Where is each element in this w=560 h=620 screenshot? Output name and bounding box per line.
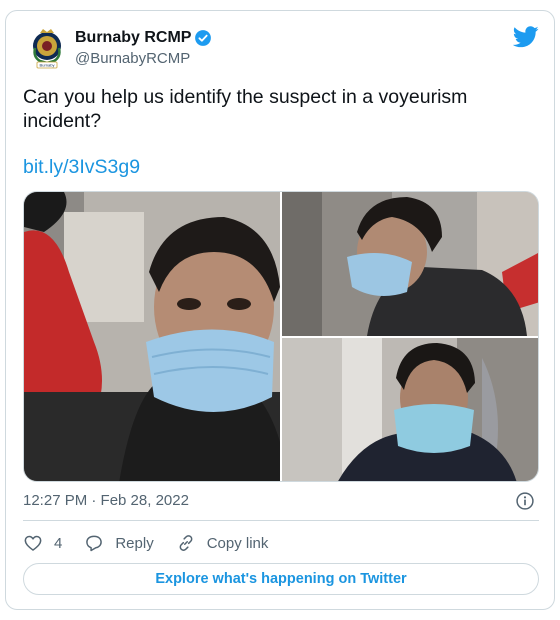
reply-button[interactable]: Reply (84, 533, 154, 553)
tweet-text: Can you help us identify the suspect in … (23, 86, 468, 132)
author-block: Burnaby RCMP @BurnabyRCMP (75, 28, 212, 69)
rcmp-crest-icon[interactable]: Burnaby (23, 24, 71, 72)
media-grid (23, 191, 539, 482)
tweet-link[interactable]: bit.ly/3IvS3g9 (23, 155, 140, 179)
tweet-actions: 4 Reply Copy link (23, 531, 290, 555)
link-icon (179, 535, 193, 551)
suspect-photo-closeup[interactable] (24, 192, 280, 481)
like-count: 4 (54, 534, 63, 552)
suspect-photo-side-profile[interactable] (282, 192, 538, 336)
twitter-bird-icon[interactable] (513, 26, 539, 48)
copy-link-label: Copy link (206, 534, 269, 552)
tweet-timestamp[interactable]: 12:27 PM · Feb 28, 2022 (23, 491, 189, 511)
info-icon[interactable] (515, 491, 535, 511)
divider (23, 520, 539, 521)
heart-icon (24, 535, 42, 551)
author-handle[interactable]: @BurnabyRCMP (75, 49, 212, 69)
copy-link-button[interactable]: Copy link (176, 533, 269, 553)
tweet-header: Burnaby Burnaby RCMP @BurnabyRCMP (23, 24, 539, 76)
tweet-card: Burnaby Burnaby RCMP @BurnabyRCMP Can yo… (5, 10, 555, 610)
reply-icon (86, 535, 103, 552)
explore-button[interactable]: Explore what's happening on Twitter (23, 563, 539, 595)
verified-badge-icon (195, 30, 212, 46)
like-button[interactable]: 4 (23, 533, 62, 553)
author-name[interactable]: Burnaby RCMP (75, 28, 191, 48)
suspect-photo-front[interactable] (282, 338, 538, 481)
svg-text:Burnaby: Burnaby (40, 63, 55, 68)
reply-label: Reply (115, 534, 154, 552)
